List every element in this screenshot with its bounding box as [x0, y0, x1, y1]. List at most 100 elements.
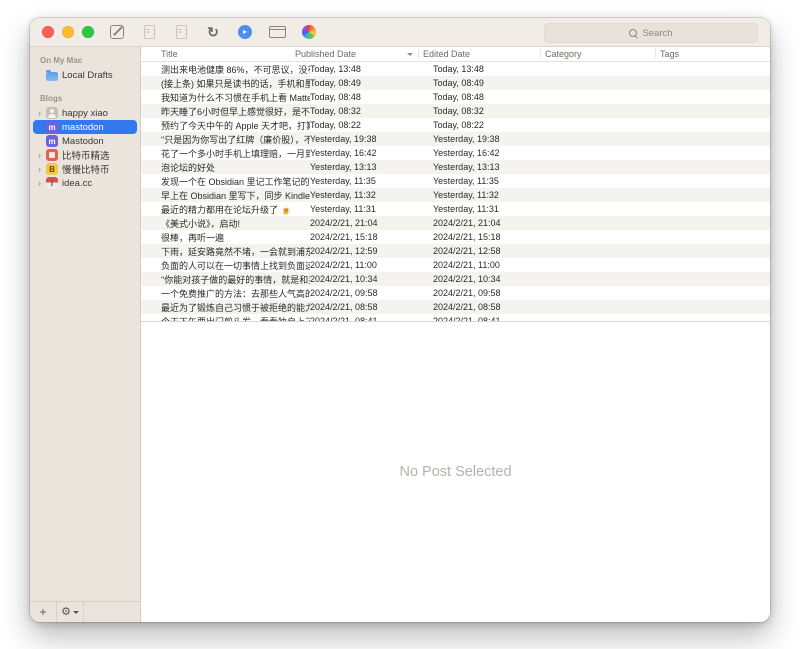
table-row[interactable]: 昨天睡了6小时但早上感觉很好，是不是说...Today, 08:32Today,…	[141, 104, 770, 118]
empty-state-text: No Post Selected	[399, 464, 511, 480]
gear-icon: ⚙	[61, 607, 71, 618]
post-title: 泡论坛的好处	[141, 161, 310, 174]
column-header-edited-date[interactable]: Edited Date	[418, 49, 540, 59]
column-header-tags[interactable]: Tags	[655, 49, 770, 59]
table-row[interactable]: 预约了今天中午的 Apple 天才吧，打算给徕...Today, 08:22To…	[141, 118, 770, 132]
add-blog-button[interactable]: +	[30, 602, 57, 622]
folder-icon	[46, 72, 58, 81]
post-title: 我知道为什么不习惯在手机上看 Matter 或 R...	[141, 91, 310, 104]
mastodon-icon: m	[46, 121, 58, 133]
zoom-window-button[interactable]	[82, 26, 94, 38]
table-row[interactable]: 测出来电池健康 86%，不可思议，没有达到...Today, 13:48Toda…	[141, 62, 770, 76]
post-edited-date: Yesterday, 16:42	[433, 148, 550, 158]
sidebar-item-label: 比特币精选	[62, 148, 110, 162]
disclosure-chevron-icon[interactable]: ›	[35, 178, 44, 188]
post-published-date: Yesterday, 11:32	[310, 190, 433, 200]
table-row[interactable]: 负面的人可以在一切事情上找到负面这是一...2024/2/21, 11:0020…	[141, 258, 770, 272]
refresh-button[interactable]: ↻	[204, 23, 222, 41]
post-title: 昨天睡了6小时但早上感觉很好，是不是说...	[141, 105, 310, 118]
post-published-date: 2024/2/21, 08:58	[310, 302, 433, 312]
compose-icon	[110, 25, 124, 39]
post-published-date: Today, 08:48	[310, 92, 433, 102]
window-controls	[42, 26, 94, 38]
sidebar-item-慢慢比特币[interactable]: ›B慢慢比特币	[33, 162, 137, 176]
disclosure-chevron-icon[interactable]: ›	[35, 164, 44, 174]
table-row[interactable]: 今天下午要出门剪头发，看看独自上了摄手机...2024/2/21, 08:412…	[141, 314, 770, 322]
column-header-label: Published Date	[295, 49, 356, 59]
table-row[interactable]: 早上在 Obsidian 里写下，同步 Kindle 高亮...Yesterda…	[141, 188, 770, 202]
post-published-date: Yesterday, 16:42	[310, 148, 433, 158]
sidebar-item-mastodon[interactable]: m mastodon	[33, 120, 137, 134]
table-row[interactable]: 下雨，延安路竟然不堵，一会就到浦东了2024/2/21, 12:592024/2…	[141, 244, 770, 258]
close-window-button[interactable]	[42, 26, 54, 38]
post-published-date: Yesterday, 11:31	[310, 204, 433, 214]
sidebar-footer: + ⚙	[30, 601, 140, 622]
table-row[interactable]: 《美式小说》，启动!2024/2/21, 21:042024/2/21, 21:…	[141, 216, 770, 230]
disclosure-chevron-icon[interactable]: ›	[35, 108, 44, 118]
post-title: 早上在 Obsidian 里写下，同步 Kindle 高亮...	[141, 189, 310, 202]
sidebar-item-label: idea.cc	[62, 178, 92, 189]
post-title: 负面的人可以在一切事情上找到负面这是一...	[141, 259, 310, 272]
post-edited-date: Today, 08:48	[433, 92, 550, 102]
post-title: 很棒，再听一遍	[141, 231, 310, 244]
avatar-icon	[46, 107, 58, 119]
sidebar-item-happy-xiao[interactable]: ›happy xiao	[33, 106, 137, 120]
post-title: 发现一个在 Obsidian 里记工作笔记的好...	[141, 175, 310, 188]
search-icon	[629, 29, 637, 37]
new-post-button[interactable]	[108, 23, 126, 41]
post-published-date: Today, 08:22	[310, 120, 433, 130]
post-published-date: 2024/2/21, 09:58	[310, 288, 433, 298]
post-published-date: Today, 13:48	[310, 64, 433, 74]
sidebar-item-比特币精选[interactable]: › 比特币精选	[33, 148, 137, 162]
table-row[interactable]: "你能对孩子做的最好的事情，就是和另一...2024/2/21, 10:3420…	[141, 272, 770, 286]
post-title: 最近为了锻炼自己习惯于被拒绝的能力，又...	[141, 301, 310, 314]
send-to-blog-button[interactable]: ▸	[236, 23, 254, 41]
table-row[interactable]: 发现一个在 Obsidian 里记工作笔记的好...Yesterday, 11:…	[141, 174, 770, 188]
table-row[interactable]: (接上条) 如果只是读书的话，手机和墨水屏...Today, 08:49Toda…	[141, 76, 770, 90]
post-list: 测出来电池健康 86%，不可思议，没有达到...Today, 13:48Toda…	[141, 62, 770, 322]
post-published-date: Today, 08:32	[310, 106, 433, 116]
toolbar-icons: ↻ ▸	[108, 23, 318, 41]
table-row[interactable]: 很棒，再听一遍2024/2/21, 15:182024/2/21, 15:18	[141, 230, 770, 244]
table-row[interactable]: 泡论坛的好处Yesterday, 13:13Yesterday, 13:13	[141, 160, 770, 174]
table-row[interactable]: 最近的精力都用在论坛升级了 🍺Yesterday, 11:31Yesterday…	[141, 202, 770, 216]
sort-indicator-icon	[407, 53, 413, 56]
post-title: (接上条) 如果只是读书的话，手机和墨水屏...	[141, 77, 310, 90]
sidebar-item-local-drafts[interactable]: Local Drafts	[33, 68, 137, 82]
main-pane: Title Published Date Edited Date Categor…	[141, 47, 770, 622]
minimize-window-button[interactable]	[62, 26, 74, 38]
settings-button[interactable]: ⚙	[57, 602, 84, 622]
edit-post-button	[140, 23, 158, 41]
post-edited-date: 2024/2/21, 15:18	[433, 232, 550, 242]
search-input[interactable]: Search	[544, 23, 758, 43]
sidebar-item-label: Mastodon	[62, 136, 104, 147]
table-row[interactable]: 我知道为什么不习惯在手机上看 Matter 或 R...Today, 08:48…	[141, 90, 770, 104]
table-row[interactable]: 最近为了锻炼自己习惯于被拒绝的能力，又...2024/2/21, 08:5820…	[141, 300, 770, 314]
disclosure-chevron-icon[interactable]: ›	[35, 150, 44, 160]
column-header-category[interactable]: Category	[540, 49, 655, 59]
post-title: "你能对孩子做的最好的事情，就是和另一...	[141, 273, 310, 286]
post-edited-date: 2024/2/21, 10:34	[433, 274, 550, 284]
post-edited-date: Yesterday, 19:38	[433, 134, 550, 144]
post-title: 最近的精力都用在论坛升级了 🍺	[141, 203, 310, 216]
table-row[interactable]: "只是因为你写出了红牌（廉价股），不代表...Yesterday, 19:38Y…	[141, 132, 770, 146]
post-edited-date: 2024/2/21, 11:00	[433, 260, 550, 270]
browser-window-button[interactable]	[268, 23, 286, 41]
post-title: 今天下午要出门剪头发，看看独自上了摄手机...	[141, 315, 310, 323]
table-row[interactable]: 一个免费推广的方法：去那些人气高的论坛...2024/2/21, 09:5820…	[141, 286, 770, 300]
colors-button[interactable]	[300, 23, 318, 41]
mastodon-icon: m	[46, 135, 58, 147]
column-header-title[interactable]: Title	[141, 49, 295, 59]
table-header: Title Published Date Edited Date Categor…	[141, 47, 770, 62]
column-header-published-date[interactable]: Published Date	[295, 49, 418, 59]
table-row[interactable]: 花了一个多小时手机上填理赔，一月到现在...Yesterday, 16:42Ye…	[141, 146, 770, 160]
sidebar-item-idea-cc[interactable]: ›iidea.cc	[33, 176, 137, 190]
sidebar-item-mastodon[interactable]: m Mastodon	[33, 134, 137, 148]
sidebar-item-label: mastodon	[62, 122, 104, 133]
sidebar-section-header: On My Mac	[30, 56, 140, 68]
post-published-date: 2024/2/21, 15:18	[310, 232, 433, 242]
post-edited-date: Today, 08:32	[433, 106, 550, 116]
sidebar: On My MacLocal DraftsBlogs›happy xiaomma…	[30, 47, 141, 622]
post-edited-date: Today, 08:22	[433, 120, 550, 130]
post-edited-date: 2024/2/21, 09:58	[433, 288, 550, 298]
